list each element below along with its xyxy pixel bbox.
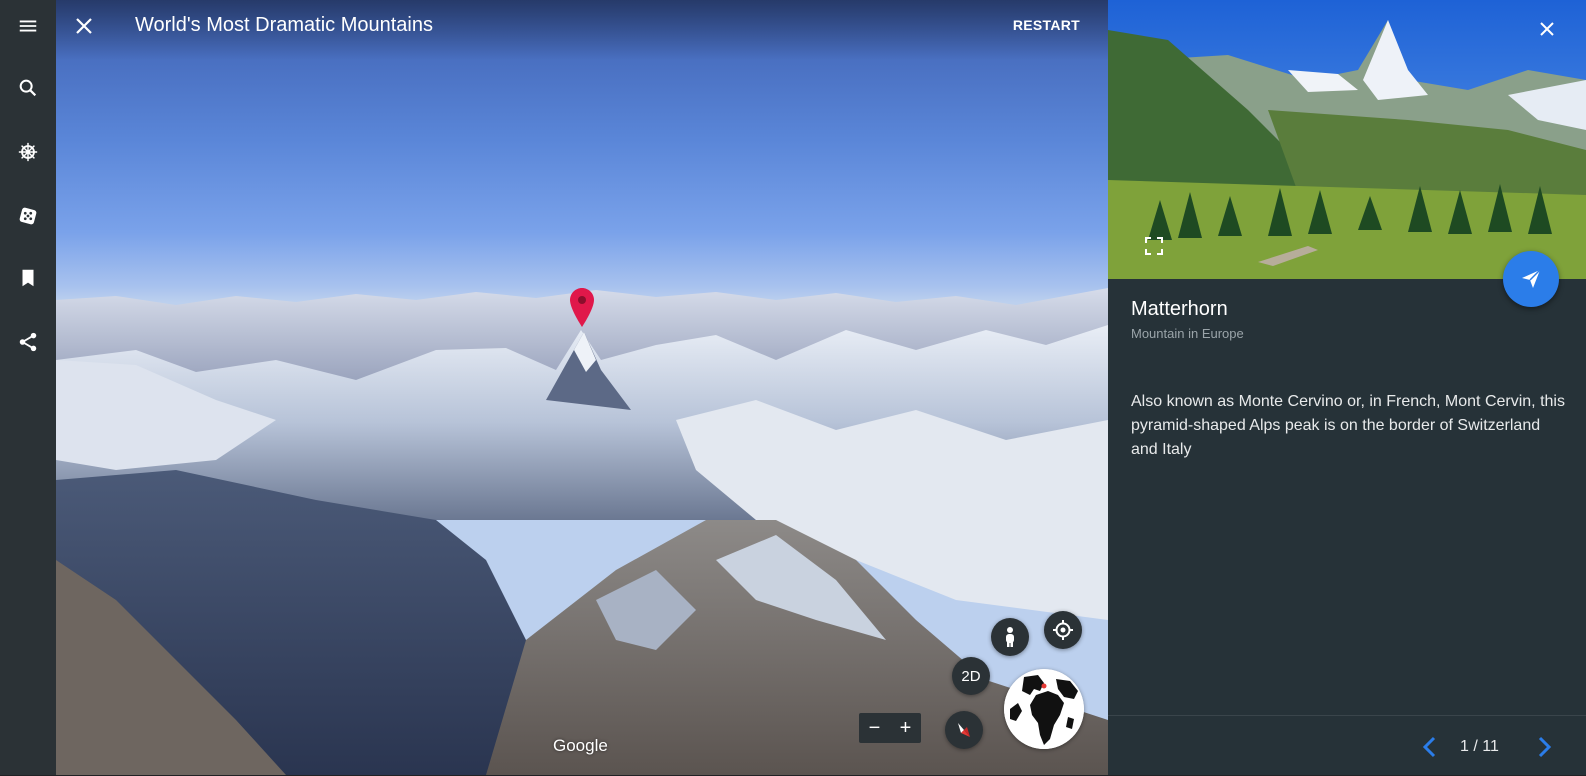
menu-button[interactable] bbox=[8, 6, 48, 46]
globe-icon bbox=[1004, 669, 1084, 749]
my-location-button[interactable] bbox=[1044, 611, 1082, 649]
place-category: Mountain in Europe bbox=[1131, 326, 1244, 341]
close-icon bbox=[76, 18, 92, 34]
my-location-icon bbox=[1053, 620, 1073, 640]
toggle-2d-button[interactable]: 2D bbox=[952, 657, 990, 695]
share-icon bbox=[19, 332, 37, 352]
tour-title: World's Most Dramatic Mountains bbox=[135, 14, 433, 36]
close-tour-button[interactable] bbox=[68, 10, 100, 42]
bookmark-icon bbox=[22, 269, 34, 287]
search-icon bbox=[19, 79, 37, 97]
close-card-button[interactable] bbox=[1532, 14, 1562, 44]
restart-button[interactable]: RESTART bbox=[1013, 17, 1080, 33]
street-view-button[interactable] bbox=[991, 618, 1029, 656]
place-title: Matterhorn bbox=[1131, 298, 1228, 320]
terrain-imagery bbox=[56, 288, 1108, 775]
zoom-control: − + bbox=[859, 713, 921, 743]
location-pin-icon[interactable] bbox=[569, 287, 595, 329]
left-rail bbox=[0, 0, 56, 775]
card-pagination: 1 / 11 bbox=[1108, 715, 1586, 776]
fullscreen-icon[interactable] bbox=[1144, 236, 1164, 256]
place-photo[interactable] bbox=[1108, 0, 1586, 279]
search-button[interactable] bbox=[8, 68, 48, 108]
share-button[interactable] bbox=[8, 322, 48, 362]
dice-icon bbox=[19, 207, 37, 225]
zoom-in-button[interactable]: + bbox=[890, 713, 921, 743]
feeling-lucky-button[interactable] bbox=[8, 196, 48, 236]
pegman-icon bbox=[1006, 627, 1014, 647]
menu-icon bbox=[19, 20, 37, 32]
globe-minimap[interactable] bbox=[1004, 669, 1084, 749]
place-description: Also known as Monte Cervino or, in Frenc… bbox=[1131, 393, 1565, 458]
share-place-button[interactable] bbox=[1503, 251, 1559, 307]
knowledge-card: Matterhorn Mountain in Europe Also known… bbox=[1108, 0, 1586, 775]
matterhorn-photo bbox=[1108, 0, 1586, 279]
voyager-icon bbox=[18, 142, 38, 162]
google-attribution: Google bbox=[553, 736, 608, 755]
voyager-button[interactable] bbox=[8, 132, 48, 172]
chevron-left-icon[interactable] bbox=[1418, 735, 1442, 759]
compass-button[interactable] bbox=[945, 711, 983, 749]
close-icon bbox=[1540, 22, 1554, 36]
map-viewport[interactable]: World's Most Dramatic Mountains RESTART … bbox=[56, 0, 1108, 775]
send-icon bbox=[1522, 269, 1541, 288]
projects-button[interactable] bbox=[8, 258, 48, 298]
compass-icon bbox=[958, 723, 970, 737]
page-counter: 1 / 11 bbox=[1460, 738, 1499, 755]
zoom-out-button[interactable]: − bbox=[859, 713, 890, 743]
chevron-right-icon[interactable] bbox=[1532, 735, 1556, 759]
